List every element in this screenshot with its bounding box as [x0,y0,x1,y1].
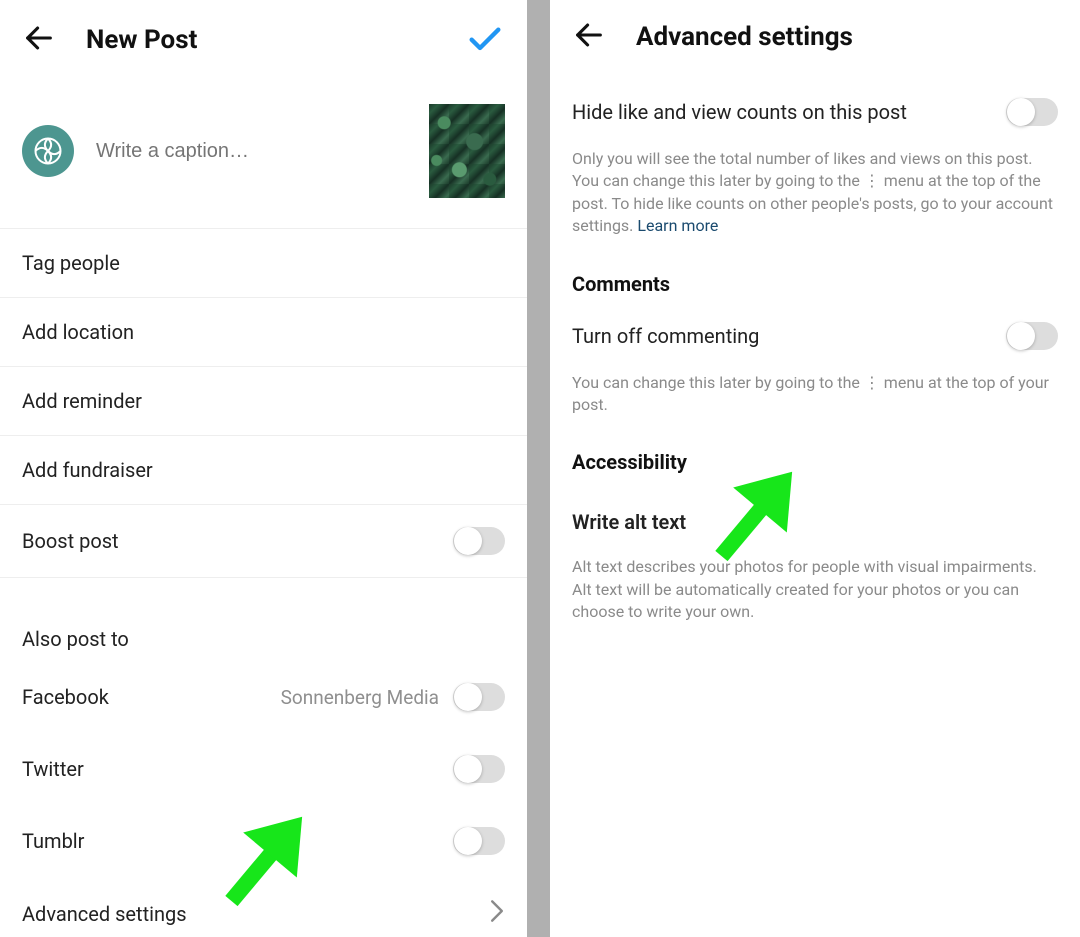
row-label: Write alt text [572,510,686,534]
section-divider [0,577,527,605]
turn-off-commenting-toggle[interactable] [1006,322,1058,350]
back-arrow-icon[interactable] [572,18,606,56]
add-reminder-row[interactable]: Add reminder [0,366,527,435]
add-location-row[interactable]: Add location [0,297,527,366]
header: New Post [0,0,527,86]
new-post-screen: New Post Tag people Add location Add rem… [0,0,527,937]
section-label: Also post to [22,627,129,651]
learn-more-link[interactable]: Learn more [637,216,718,235]
page-title: Advanced settings [636,22,853,52]
also-post-to-heading: Also post to [0,605,527,673]
commenting-description: You can change this later by going to th… [572,364,1058,437]
avatar[interactable] [22,125,74,177]
submit-check-icon[interactable] [465,18,505,62]
comments-heading: Comments [572,258,1058,304]
alt-text-description: Alt text describes your photos for peopl… [572,548,1058,643]
row-label: Hide like and view counts on this post [572,100,907,124]
row-label: Tag people [22,251,120,275]
tumblr-row: Tumblr [0,805,527,877]
hide-counts-toggle[interactable] [1006,98,1058,126]
facebook-toggle[interactable] [453,683,505,711]
caption-input[interactable] [96,140,407,163]
hide-counts-row: Hide like and view counts on this post [572,80,1058,140]
back-arrow-icon[interactable] [22,21,56,59]
row-label: Advanced settings [22,902,187,926]
write-alt-text-row[interactable]: Write alt text [572,482,1058,548]
advanced-settings-row[interactable]: Advanced settings [0,877,527,937]
row-label: Twitter [22,757,84,781]
facebook-account-label: Sonnenberg Media [281,686,439,709]
row-label: Facebook [22,685,109,709]
chevron-right-icon [489,899,505,928]
twitter-toggle[interactable] [453,755,505,783]
twitter-row: Twitter [0,733,527,805]
facebook-row: Facebook Sonnenberg Media [0,673,527,733]
add-fundraiser-row[interactable]: Add fundraiser [0,435,527,504]
row-label: Add location [22,320,134,344]
caption-row [0,86,527,228]
post-thumbnail[interactable] [429,104,505,198]
boost-post-row: Boost post [0,504,527,577]
tumblr-toggle[interactable] [453,827,505,855]
boost-post-toggle[interactable] [453,527,505,555]
tag-people-row[interactable]: Tag people [0,228,527,297]
accessibility-heading: Accessibility [572,436,1058,482]
row-label: Add reminder [22,389,142,413]
page-title: New Post [86,25,435,55]
header: Advanced settings [550,0,1080,80]
pane-divider [527,0,550,937]
row-label: Turn off commenting [572,324,759,348]
row-label: Tumblr [22,829,84,853]
row-label: Boost post [22,529,119,553]
advanced-settings-screen: Advanced settings Hide like and view cou… [550,0,1080,937]
turn-off-commenting-row: Turn off commenting [572,304,1058,364]
hide-counts-description: Only you will see the total number of li… [572,140,1058,258]
row-label: Add fundraiser [22,458,153,482]
